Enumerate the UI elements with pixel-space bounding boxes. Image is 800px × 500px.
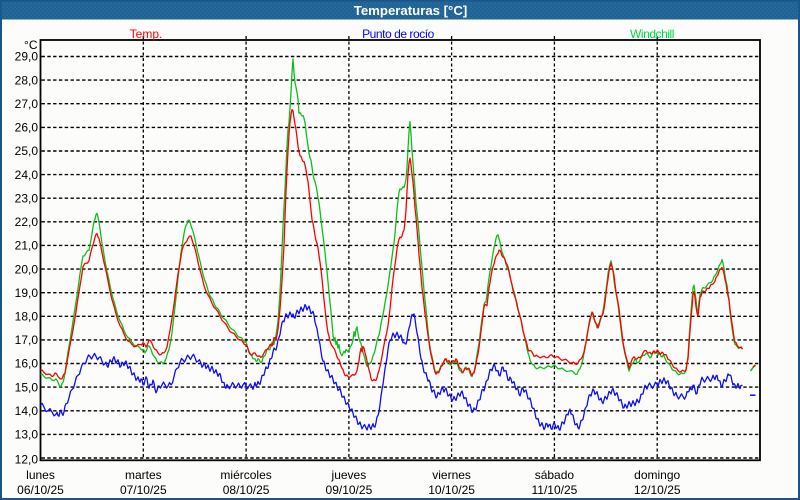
svg-text:23,0: 23,0 xyxy=(15,191,39,205)
svg-text:10/10/25: 10/10/25 xyxy=(428,483,475,497)
svg-text:miércoles: miércoles xyxy=(220,468,271,482)
svg-text:25,0: 25,0 xyxy=(15,144,39,158)
svg-text:21,0: 21,0 xyxy=(15,239,39,253)
svg-text:19,0: 19,0 xyxy=(15,286,39,300)
svg-text:lunes: lunes xyxy=(26,468,55,482)
svg-text:29,0: 29,0 xyxy=(15,50,39,64)
svg-text:13,0: 13,0 xyxy=(15,428,39,442)
svg-text:18,0: 18,0 xyxy=(15,310,39,324)
svg-text:22,0: 22,0 xyxy=(15,215,39,229)
svg-text:Temperaturas [°C]: Temperaturas [°C] xyxy=(354,3,467,18)
svg-text:24,0: 24,0 xyxy=(15,168,39,182)
svg-text:Punto de rocío: Punto de rocío xyxy=(362,27,435,41)
svg-text:14,0: 14,0 xyxy=(15,404,39,418)
svg-text:09/10/25: 09/10/25 xyxy=(326,483,373,497)
svg-text:15,0: 15,0 xyxy=(15,380,39,394)
svg-text:12,0: 12,0 xyxy=(15,453,39,467)
svg-text:06/10/25: 06/10/25 xyxy=(17,483,64,497)
svg-text:08/10/25: 08/10/25 xyxy=(223,483,270,497)
svg-text:26,0: 26,0 xyxy=(15,121,39,135)
svg-text:16,0: 16,0 xyxy=(15,357,39,371)
svg-text:Temp.: Temp. xyxy=(130,27,163,41)
svg-text:07/10/25: 07/10/25 xyxy=(120,483,167,497)
svg-text:28,0: 28,0 xyxy=(15,73,39,87)
svg-text:20,0: 20,0 xyxy=(15,262,39,276)
svg-text:jueves: jueves xyxy=(331,468,367,482)
svg-text:17,0: 17,0 xyxy=(15,333,39,347)
svg-text:viernes: viernes xyxy=(432,468,471,482)
svg-text:11/10/25: 11/10/25 xyxy=(531,483,577,497)
svg-text:Windchill: Windchill xyxy=(630,27,674,41)
svg-text:12/10/25: 12/10/25 xyxy=(634,483,681,497)
svg-text:martes: martes xyxy=(125,468,162,482)
svg-text:27,0: 27,0 xyxy=(15,97,39,111)
svg-text:sábado: sábado xyxy=(535,468,575,482)
svg-text:domingo: domingo xyxy=(634,468,680,482)
